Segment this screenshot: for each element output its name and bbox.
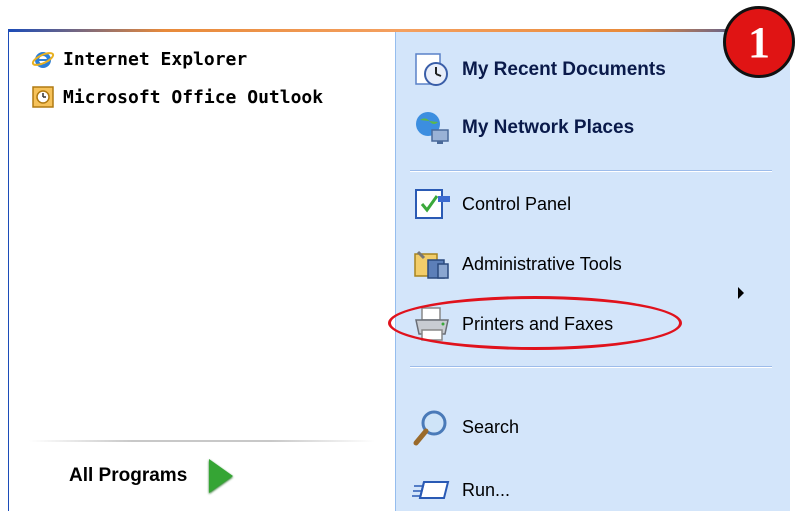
all-programs-button[interactable]: All Programs [69, 456, 234, 496]
start-menu-right-pane: My Recent Documents My Network Places Co… [395, 32, 790, 511]
recent-documents-icon [412, 50, 452, 90]
actions-item-label: Search [462, 416, 520, 437]
tools-item-control-panel[interactable]: Control Panel [412, 182, 571, 226]
tools-item-printers-and-faxes[interactable]: Printers and Faxes [412, 302, 613, 346]
search-icon [412, 407, 452, 447]
places-item-recent-documents[interactable]: My Recent Documents [412, 48, 666, 92]
pinned-item-label: Microsoft Office Outlook [63, 86, 324, 108]
tools-item-label: Control Panel [462, 193, 572, 214]
start-menu-left-pane: Internet Explorer Microsoft Office Outlo… [9, 32, 395, 511]
pinned-item-outlook[interactable]: Microsoft Office Outlook [31, 79, 323, 115]
pinned-item-internet-explorer[interactable]: Internet Explorer [31, 41, 247, 77]
left-pane-separator [29, 440, 375, 442]
places-item-label: My Network Places [462, 117, 635, 138]
outlook-icon [31, 85, 55, 109]
actions-item-run[interactable]: Run... [412, 468, 510, 511]
green-arrow-icon [209, 459, 234, 493]
start-menu-screenshot: Internet Explorer Microsoft Office Outlo… [0, 0, 804, 511]
step-number-badge: 1 [723, 6, 795, 78]
control-panel-icon [412, 184, 452, 224]
actions-item-label: Run... [462, 479, 511, 500]
tools-item-label: Printers and Faxes [462, 313, 614, 334]
printer-icon [412, 304, 452, 344]
right-pane-separator [410, 170, 772, 172]
right-pane-separator [410, 366, 772, 368]
step-number: 1 [748, 17, 770, 67]
submenu-arrow-icon [738, 287, 744, 299]
places-item-network-places[interactable]: My Network Places [412, 106, 634, 150]
tools-item-label: Administrative Tools [462, 253, 622, 274]
places-item-label: My Recent Documents [462, 59, 666, 80]
internet-explorer-icon [31, 47, 55, 71]
start-menu: Internet Explorer Microsoft Office Outlo… [8, 29, 790, 511]
run-icon [412, 470, 452, 510]
administrative-tools-icon [412, 244, 452, 284]
network-places-icon [412, 108, 452, 148]
pinned-item-label: Internet Explorer [63, 48, 248, 70]
tools-item-administrative-tools[interactable]: Administrative Tools [412, 242, 622, 286]
all-programs-label: All Programs [69, 465, 188, 486]
actions-item-search[interactable]: Search [412, 405, 519, 449]
